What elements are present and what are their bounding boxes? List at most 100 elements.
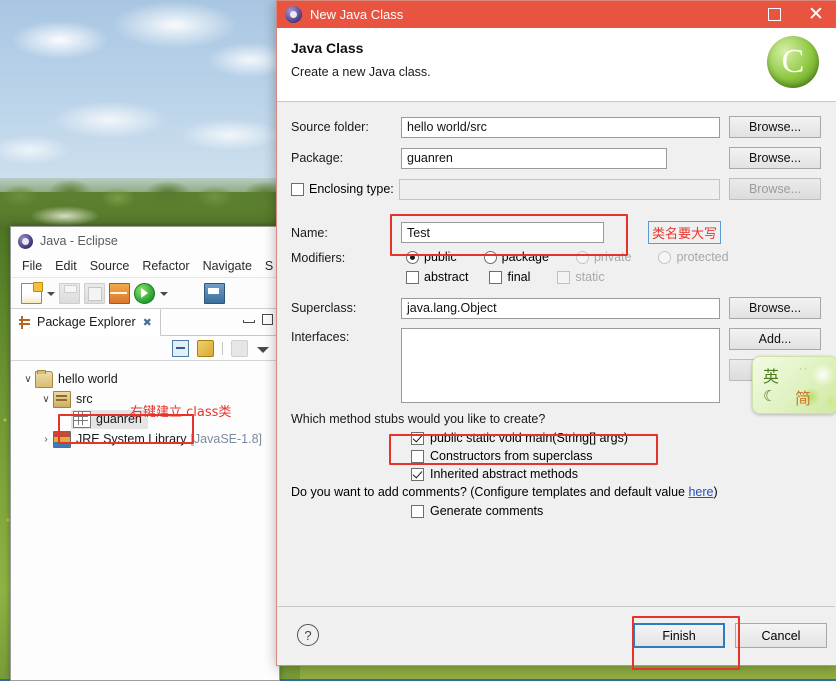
finish-button[interactable]: Finish — [633, 623, 725, 648]
enclosing-type-labelgroup: Enclosing type: — [291, 182, 399, 196]
input-method-floating-bar[interactable]: 英 ·· ☾ 简 — [752, 356, 836, 414]
menu-source[interactable]: Source — [90, 259, 130, 273]
minimize-icon[interactable] — [242, 314, 255, 325]
comments-question-suffix: ) — [713, 485, 718, 499]
row-enclosing-type: Enclosing type: Browse... — [291, 178, 821, 200]
new-java-class-dialog[interactable]: New Java Class ✕ Java Class Create a new… — [276, 0, 836, 666]
focus-icon — [231, 339, 248, 357]
checkbox-main-method-icon[interactable] — [411, 431, 424, 445]
console-icon[interactable] — [204, 282, 225, 304]
tree-row-hello-world[interactable]: ∨ hello world — [11, 369, 279, 389]
new-wizard-icon[interactable] — [21, 281, 43, 304]
run-icon[interactable] — [134, 282, 155, 304]
eclipse-icon — [17, 233, 34, 250]
name-label: Name: — [291, 225, 328, 240]
project-icon — [35, 369, 53, 388]
checkbox-static-label: static — [575, 270, 605, 284]
tree-row-jre-system-library[interactable]: › JRE System Library [JavaSE-1.8] — [11, 429, 279, 449]
configure-templates-link[interactable]: here — [688, 485, 713, 499]
package-explorer-tabrow: Package Explorer ✖ — [11, 309, 279, 337]
collapse-all-icon[interactable] — [172, 339, 189, 357]
package-input[interactable]: guanren — [401, 147, 668, 169]
dialog-window-buttons[interactable]: ✕ — [753, 1, 836, 28]
menu-edit[interactable]: Edit — [55, 259, 77, 273]
checkbox-main-method[interactable]: public static void main(String[] args) — [405, 431, 821, 445]
checkbox-constructors-label: Constructors from superclass — [430, 449, 593, 463]
package-label: Package: — [291, 151, 344, 165]
enclosing-type-checkbox[interactable] — [291, 182, 304, 196]
interfaces-list[interactable] — [401, 328, 720, 403]
ime-moon-icon[interactable]: ☾ — [763, 387, 776, 405]
row-interfaces: Interfaces: Add... Remove — [291, 328, 821, 403]
package-icon — [73, 410, 91, 428]
checkbox-constructors-from-superclass[interactable]: Constructors from superclass — [405, 449, 821, 463]
checkbox-generate-comments-icon[interactable] — [411, 504, 424, 518]
package-explorer-toolbar[interactable] — [11, 336, 279, 361]
new-package-icon[interactable] — [109, 282, 130, 304]
twisty-icon[interactable]: › — [39, 434, 53, 445]
close-button[interactable]: ✕ — [795, 1, 836, 28]
close-icon[interactable]: ✖ — [143, 316, 152, 329]
eclipse-window[interactable]: Java - Eclipse File Edit Source Refactor… — [10, 226, 280, 681]
maximize-icon — [767, 8, 781, 21]
source-folder-input[interactable]: hello world/src — [401, 116, 720, 138]
maximize-button[interactable] — [753, 1, 795, 28]
enclosing-type-input — [399, 178, 720, 200]
interfaces-add-button[interactable]: Add... — [729, 328, 821, 350]
eclipse-titlebar: Java - Eclipse — [11, 227, 279, 255]
checkbox-inherited-abstract-methods[interactable]: Inherited abstract methods — [405, 467, 821, 481]
twisty-icon[interactable]: ∨ — [39, 394, 53, 405]
radio-package-label: package — [501, 250, 549, 264]
checkbox-final-icon[interactable] — [489, 270, 503, 284]
menu-navigate[interactable]: Navigate — [203, 259, 252, 273]
eclipse-title: Java - Eclipse — [40, 234, 118, 248]
ime-simplified-toggle[interactable]: 简 — [795, 385, 811, 409]
menu-refactor[interactable]: Refactor — [142, 259, 189, 273]
superclass-browse-button[interactable]: Browse... — [729, 297, 821, 319]
name-input[interactable]: Test — [401, 222, 604, 243]
row-package: Package: guanren Browse... — [291, 147, 821, 169]
radio-package-icon[interactable] — [483, 250, 497, 264]
tree-label: JRE System Library — [76, 432, 187, 446]
checkbox-main-method-label: public static void main(String[] args) — [430, 431, 628, 445]
run-dropdown-arrow-icon[interactable] — [159, 284, 168, 303]
comments-question-prefix: Do you want to add comments? (Configure … — [291, 485, 689, 499]
enclosing-type-label: Enclosing type: — [309, 182, 394, 196]
view-menu-icon[interactable] — [256, 342, 269, 355]
source-folder-label: Source folder: — [291, 120, 369, 134]
ime-language-mode[interactable]: 英 — [763, 363, 779, 387]
dropdown-arrow-icon[interactable] — [46, 284, 55, 303]
radio-public[interactable]: public — [401, 250, 457, 264]
checkbox-abstract[interactable]: abstract — [401, 270, 468, 284]
wallpaper-sky — [0, 0, 300, 192]
method-stubs-group: public static void main(String[] args) C… — [291, 431, 821, 481]
menu-file[interactable]: File — [22, 259, 42, 273]
save-all-icon — [84, 282, 105, 304]
eclipse-toolbar[interactable] — [11, 277, 279, 309]
java-class-banner-icon — [767, 36, 819, 88]
checkbox-constructors-icon[interactable] — [411, 449, 424, 463]
maximize-icon[interactable] — [261, 314, 273, 325]
link-with-editor-icon[interactable] — [197, 339, 214, 357]
cancel-button[interactable]: Cancel — [735, 623, 827, 648]
checkbox-generate-comments[interactable]: Generate comments — [405, 504, 821, 518]
help-icon[interactable]: ? — [297, 624, 319, 646]
superclass-input[interactable]: java.lang.Object — [401, 297, 720, 319]
radio-package[interactable]: package — [479, 250, 549, 264]
tab-package-explorer[interactable]: Package Explorer ✖ — [11, 309, 161, 337]
checkbox-abstract-label: abstract — [424, 270, 469, 284]
dialog-titlebar[interactable]: New Java Class ✕ — [277, 1, 836, 28]
package-browse-button[interactable]: Browse... — [729, 147, 821, 169]
checkbox-final[interactable]: final — [484, 270, 530, 284]
source-folder-browse-button[interactable]: Browse... — [729, 116, 821, 138]
modifiers-access-row: public package private protected — [401, 250, 739, 264]
eclipse-menubar[interactable]: File Edit Source Refactor Navigate S — [11, 255, 279, 277]
twisty-icon[interactable]: ∨ — [21, 374, 35, 385]
radio-public-icon[interactable] — [406, 250, 419, 264]
toolbar-separator — [222, 341, 223, 355]
checkbox-inherited-icon[interactable] — [411, 467, 424, 481]
checkbox-inherited-label: Inherited abstract methods — [430, 467, 578, 481]
checkbox-abstract-icon[interactable] — [406, 270, 419, 284]
menu-search-truncated[interactable]: S — [265, 259, 273, 273]
checkbox-generate-comments-label: Generate comments — [430, 504, 544, 518]
